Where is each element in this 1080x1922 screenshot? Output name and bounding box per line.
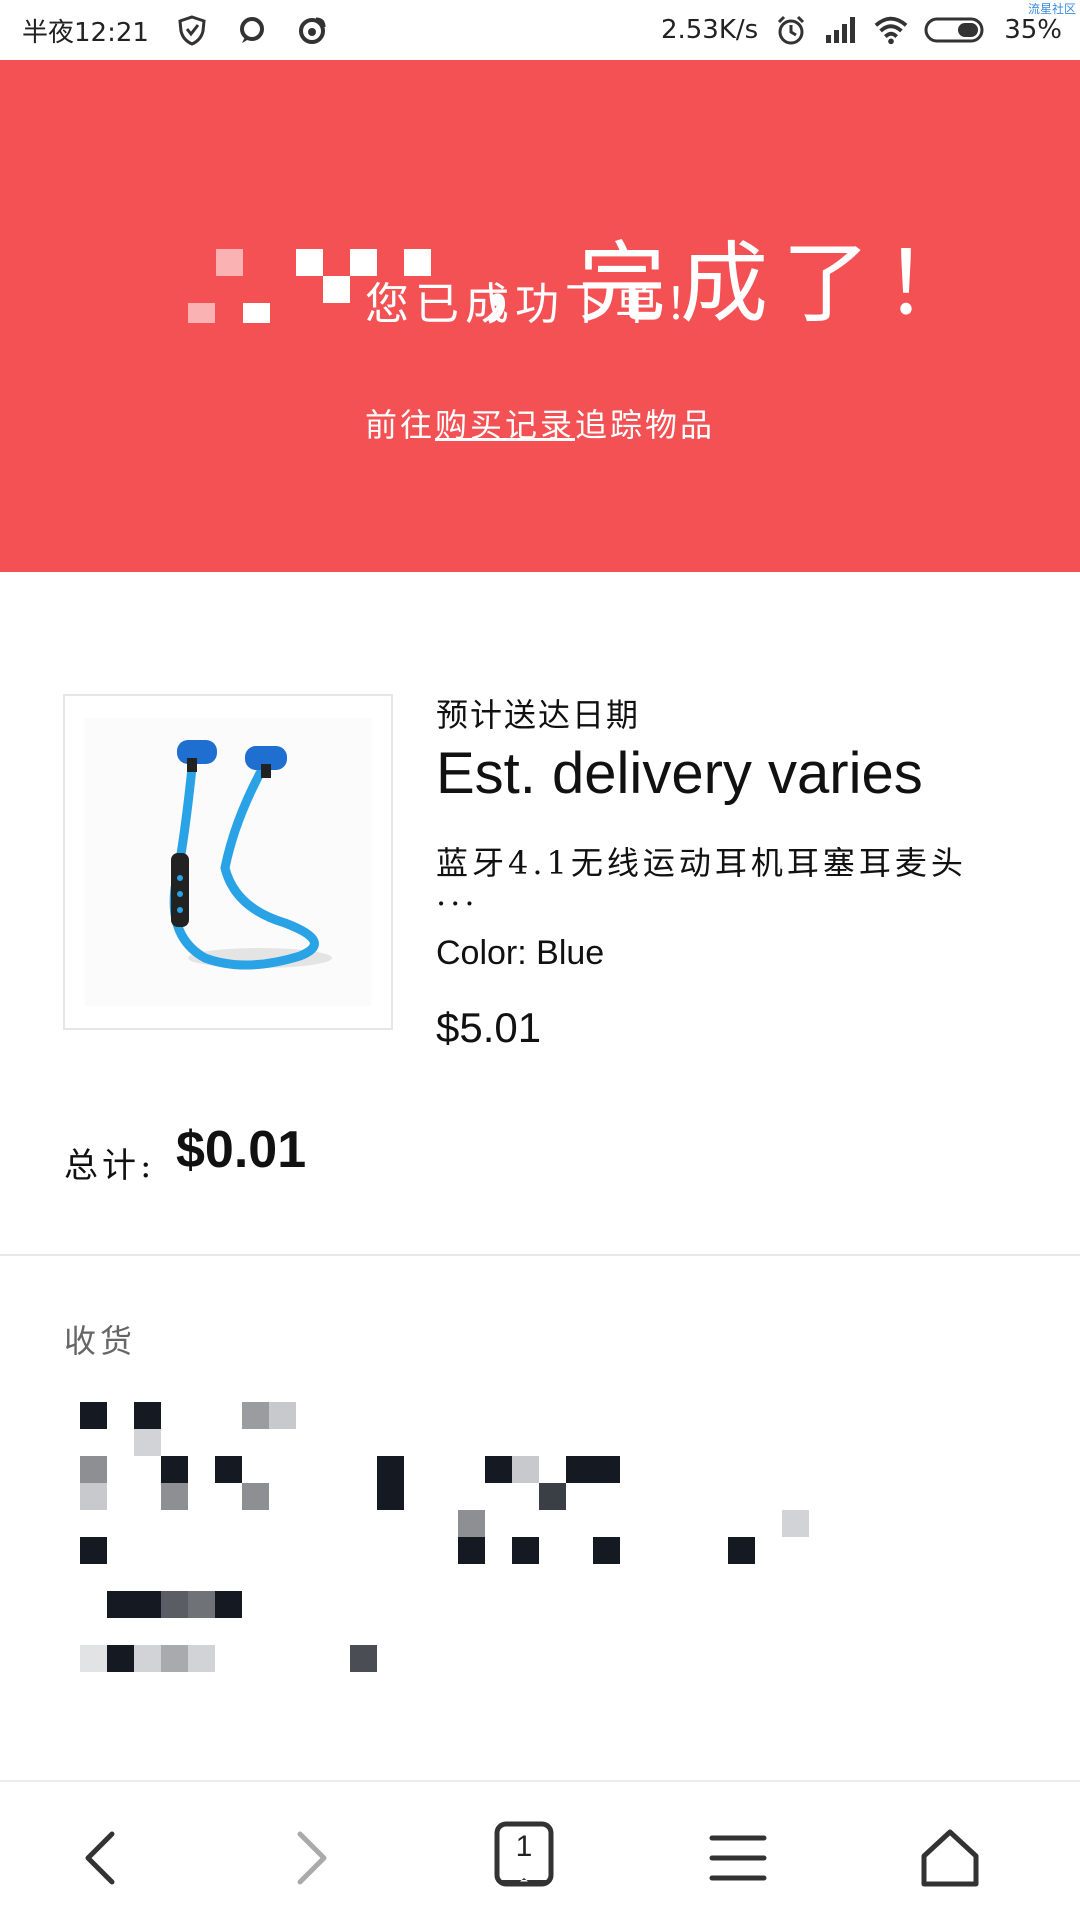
item-title[interactable]: 蓝牙4.1无线运动耳机耳塞耳麦头 ... [436, 842, 1036, 913]
home-button[interactable] [910, 1818, 990, 1898]
hero-link-row: 前往购买记录追踪物品 [0, 400, 1080, 446]
link-prefix: 前往 [364, 406, 435, 444]
tab-count: 1 [515, 1830, 533, 1863]
shield-icon [175, 13, 209, 47]
item-price: $5.01 [436, 1004, 542, 1051]
total-label: 总计: [64, 1146, 156, 1186]
shipping-label: 收货 [64, 1322, 137, 1360]
back-icon [85, 1831, 115, 1885]
delivery-value: Est. delivery varies [436, 741, 923, 806]
menu-icon [709, 1835, 767, 1881]
order-summary: 预计送达日期 Est. delivery varies 蓝牙4.1无线运动耳机耳… [0, 572, 1080, 1254]
network-speed: 2.53K/s [660, 15, 759, 45]
link-suffix: 追踪物品 [575, 406, 716, 444]
purchase-history-link[interactable]: 购买记录 [435, 406, 575, 444]
battery-icon [924, 13, 988, 47]
browser-bottom-nav: 1 [0, 1780, 1080, 1922]
weibo-icon [295, 13, 329, 47]
item-title-text: 蓝牙4.1无线运动耳机耳塞耳麦头 [436, 844, 967, 882]
item-variant: Color: Blue [436, 934, 605, 972]
success-banner: ，完成了！ 您已成功下单！ 前往购买记录追踪物品 [0, 60, 1080, 572]
forward-button[interactable] [272, 1818, 352, 1898]
menu-button[interactable] [698, 1818, 778, 1898]
product-image[interactable] [63, 694, 393, 1030]
wifi-icon [874, 13, 908, 47]
redacted-address [0, 1380, 1080, 1710]
signal-icon [824, 13, 858, 47]
hero-subtitle: 您已成功下单！ [365, 279, 715, 330]
headphones-icon [85, 718, 371, 1006]
tabs-button[interactable]: 1 [484, 1818, 564, 1898]
back-button[interactable] [60, 1818, 140, 1898]
hero-title-row: ，完成了！ [0, 155, 1080, 335]
delivery-label: 预计送达日期 [436, 696, 641, 734]
home-icon [921, 1829, 979, 1887]
watermark-tag: 流星社区 [1027, 2, 1076, 16]
battery-percent: 35% [1004, 15, 1062, 45]
forward-icon [297, 1831, 327, 1885]
item-title-ellipsis: ... [436, 875, 479, 913]
total-value: $0.01 [176, 1121, 307, 1179]
status-bar: 半夜12:21 2.53K/s 35% 流星社区 [0, 0, 1080, 60]
alarm-icon [774, 13, 808, 47]
status-time: 半夜12:21 [22, 17, 149, 48]
chat-icon [235, 13, 269, 47]
section-divider [0, 1254, 1080, 1256]
